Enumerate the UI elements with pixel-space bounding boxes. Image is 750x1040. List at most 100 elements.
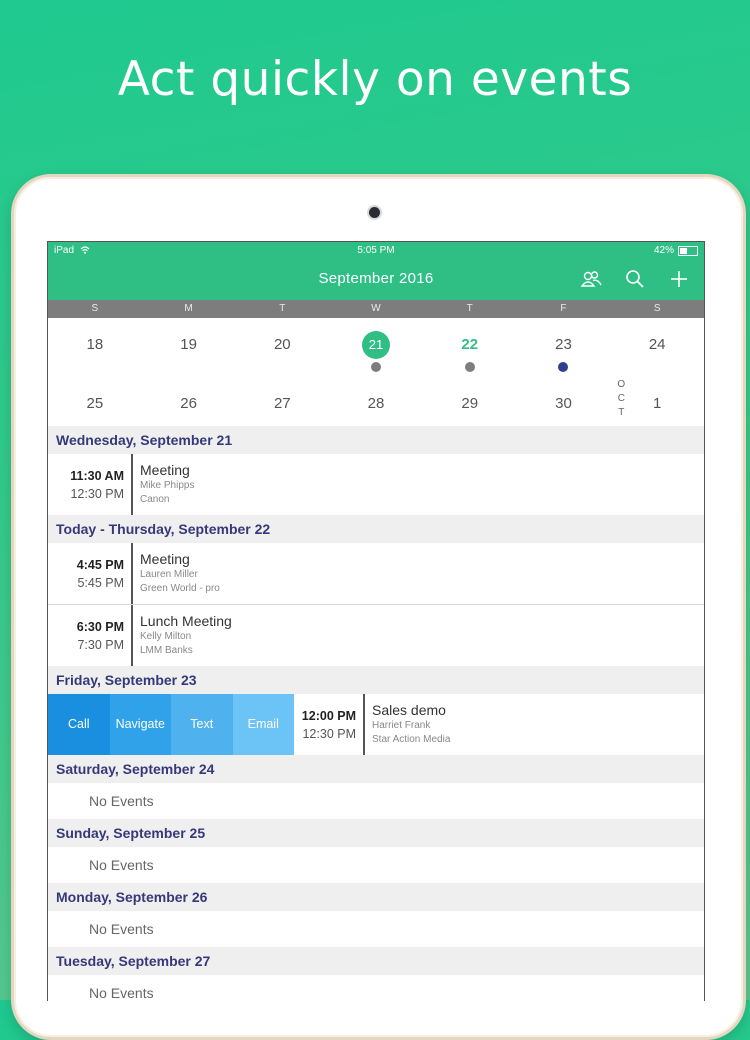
event-start: 6:30 PM [76,620,124,634]
status-bar: iPad 5:05 PM 42% [48,242,704,260]
day-number: 24 [648,336,666,353]
event-details: Meeting Lauren Miller Green World - pro [133,543,220,604]
section-header: Today - Thursday, September 22 [48,515,704,543]
weekday-label: T [279,303,286,314]
battery-percent: 42% [653,245,674,256]
month-letter: T [618,407,625,418]
section-header: Tuesday, September 27 [48,947,704,975]
day-cell[interactable]: 23 [517,318,611,372]
day-number: 29 [461,395,479,412]
app-screen: iPad 5:05 PM 42% September 2016 S M T W … [47,241,705,1001]
no-events-label: No Events [48,975,704,1001]
next-month-abbr: O C T [615,378,627,420]
search-icon[interactable] [624,268,646,290]
status-time: 5:05 PM [357,245,395,256]
event-company: Green World - pro [140,583,220,594]
event-start: 12:00 PM [301,709,356,723]
event-start: 4:45 PM [76,558,124,572]
day-number: 18 [86,336,104,353]
section-header: Friday, September 23 [48,666,704,694]
no-events-label: No Events [48,911,704,947]
month-grid: 18 19 20 21 22 23 24 25 26 27 28 29 30 O… [48,318,704,426]
battery-icon [678,245,698,256]
event-dot [464,362,475,372]
event-person: Harriet Frank [372,720,431,731]
event-details: Meeting Mike Phipps Canon [133,454,194,515]
section-header: Saturday, September 24 [48,755,704,783]
week-row: 18 19 20 21 22 23 24 [48,318,704,372]
event-company: LMM Banks [140,645,193,656]
day-number: 22 [461,336,479,353]
day-cell[interactable]: 19 [142,318,236,372]
event-end: 7:30 PM [77,638,124,652]
day-cell[interactable]: 18 [48,318,142,372]
day-number: 21 [362,331,391,359]
event-row[interactable]: 11:30 AM 12:30 PM Meeting Mike Phipps Ca… [48,454,704,515]
day-cell[interactable]: 29 [423,372,517,426]
text-button[interactable]: Text [171,694,233,755]
day-cell[interactable]: 25 [48,372,142,426]
no-events-label: No Events [48,847,704,883]
event-details: Lunch Meeting Kelly Milton LMM Banks [133,605,232,666]
day-number: 27 [273,395,291,412]
event-person: Mike Phipps [140,480,195,491]
month-letter: O [617,379,626,390]
call-button[interactable]: Call [48,694,110,755]
event-end: 5:45 PM [77,576,124,590]
weekday-label: M [184,303,193,314]
event-row[interactable]: 4:45 PM 5:45 PM Meeting Lauren Miller Gr… [48,543,704,605]
day-cell[interactable]: 28 [329,372,423,426]
month-letter: C [617,393,625,404]
day-number: 19 [180,336,197,353]
navigate-button[interactable]: Navigate [109,694,171,755]
event-title: Meeting [140,462,190,478]
camera-icon [369,207,380,218]
day-number: 26 [180,395,197,412]
event-person: Kelly Milton [140,631,192,642]
day-cell-today[interactable]: 22 [423,318,517,372]
event-title: Lunch Meeting [140,613,232,629]
day-cell[interactable]: 26 [142,372,236,426]
event-start: 11:30 AM [70,469,124,483]
weekday-label: W [371,303,381,314]
people-icon[interactable] [580,268,602,290]
email-button[interactable]: Email [232,694,294,755]
event-company: Canon [140,494,170,505]
event-times: 12:00 PM 12:30 PM [294,694,365,755]
event-times: 11:30 AM 12:30 PM [48,454,133,515]
event-times: 4:45 PM 5:45 PM [48,543,133,604]
weekday-label: F [560,303,567,314]
week-row: 25 26 27 28 29 30 O C T 1 [48,372,704,426]
day-cell[interactable]: O C T 1 [610,372,704,426]
day-cell[interactable]: 27 [235,372,329,426]
section-header: Sunday, September 25 [48,819,704,847]
day-cell[interactable]: 20 [235,318,329,372]
day-cell-selected[interactable]: 21 [329,318,423,372]
no-events-label: No Events [48,783,704,819]
status-battery: 42% [654,245,698,256]
day-number: 25 [86,395,104,412]
event-dot [558,362,569,372]
event-title: Sales demo [372,702,446,718]
promo-title: Act quickly on events [117,52,633,107]
section-header: Wednesday, September 21 [48,426,704,454]
day-cell[interactable]: 30 [517,372,611,426]
day-number: 28 [367,395,385,412]
weekday-label: S [653,303,661,314]
event-title: Meeting [140,551,190,567]
weekday-header: S M T W T F S [48,300,704,318]
event-row[interactable]: 6:30 PM 7:30 PM Lunch Meeting Kelly Milt… [48,605,704,666]
weekday-label: T [466,303,473,314]
event-end: 12:30 PM [302,727,356,741]
event-row-swiped[interactable]: Call Navigate Text Email 12:00 PM 12:30 … [48,694,704,755]
plus-icon[interactable] [668,268,690,290]
event-details: Sales demo Harriet Frank Star Action Med… [365,694,450,755]
event-person: Lauren Miller [140,569,198,580]
event-dot [371,362,382,372]
event-end: 12:30 PM [70,487,124,501]
weekday-label: S [91,303,99,314]
nav-bar: September 2016 [48,260,704,300]
day-cell[interactable]: 24 [610,318,704,372]
day-number: 30 [555,395,572,412]
event-times: 6:30 PM 7:30 PM [48,605,133,666]
